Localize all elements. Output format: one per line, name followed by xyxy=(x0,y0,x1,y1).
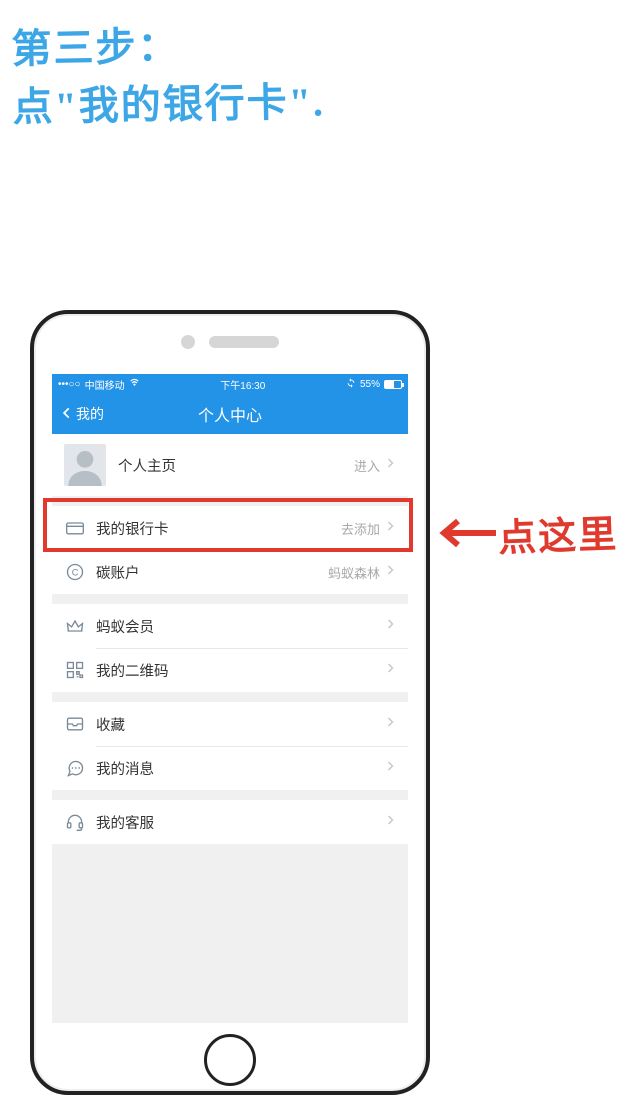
row-label: 我的客服 xyxy=(96,812,384,833)
chevron-left-icon xyxy=(60,406,74,423)
status-bar: •••○○ 中国移动 下午16:30 55% xyxy=(52,374,408,394)
avatar-icon xyxy=(64,444,106,486)
chevron-right-icon xyxy=(384,520,396,536)
chevron-right-icon xyxy=(384,618,396,634)
headset-icon xyxy=(64,811,86,833)
back-button[interactable]: 我的 xyxy=(60,404,104,424)
phone-speaker xyxy=(209,336,279,348)
row-label: 个人主页 xyxy=(118,455,354,476)
battery-icon xyxy=(384,380,402,389)
row-label: 我的二维码 xyxy=(96,660,384,681)
phone-frame: •••○○ 中国移动 下午16:30 55% 我的 xyxy=(30,310,430,1095)
row-bankcard[interactable]: 我的银行卡 去添加 xyxy=(52,506,408,550)
back-label: 我的 xyxy=(76,404,104,424)
settings-list: 个人主页 进入 我的银行卡 去添加 C xyxy=(52,434,408,844)
row-qrcode[interactable]: 我的二维码 xyxy=(52,648,408,692)
chevron-right-icon xyxy=(384,760,396,776)
row-service[interactable]: 我的客服 xyxy=(52,800,408,844)
row-detail: 蚂蚁森林 xyxy=(328,563,380,582)
pointer-annotation: 点这里 xyxy=(438,505,618,560)
nav-bar: 我的 个人中心 xyxy=(52,394,408,434)
phone-notch xyxy=(34,314,426,369)
pointer-label: 点这里 xyxy=(497,503,619,562)
phone-camera-dot xyxy=(181,335,195,349)
tutorial-step-line2: 点"我的银行卡". xyxy=(12,73,325,136)
status-time: 下午16:30 xyxy=(220,377,265,392)
chat-icon xyxy=(64,757,86,779)
row-carbon[interactable]: C 碳账户 蚂蚁森林 xyxy=(52,550,408,594)
carbon-icon: C xyxy=(64,561,86,583)
chevron-right-icon xyxy=(384,564,396,580)
row-label: 收藏 xyxy=(96,714,384,735)
qrcode-icon xyxy=(64,659,86,681)
tutorial-step-annotation: 第三步： 点"我的银行卡". xyxy=(11,15,325,136)
row-profile[interactable]: 个人主页 进入 xyxy=(52,434,408,496)
row-message[interactable]: 我的消息 xyxy=(52,746,408,790)
row-label: 我的消息 xyxy=(96,758,384,779)
chevron-right-icon xyxy=(384,814,396,830)
chevron-right-icon xyxy=(384,716,396,732)
inbox-icon xyxy=(64,713,86,735)
row-label: 我的银行卡 xyxy=(96,518,341,539)
chevron-right-icon xyxy=(384,662,396,678)
phone-screen: •••○○ 中国移动 下午16:30 55% 我的 xyxy=(52,374,408,1023)
battery-text: 55% xyxy=(360,379,380,390)
signal-dots: •••○○ xyxy=(58,379,81,390)
wifi-icon xyxy=(129,377,140,391)
row-favorite[interactable]: 收藏 xyxy=(52,702,408,746)
page-title: 个人中心 xyxy=(198,402,262,426)
sync-icon xyxy=(346,378,356,391)
phone-home-button xyxy=(204,1034,256,1086)
row-member[interactable]: 蚂蚁会员 xyxy=(52,604,408,648)
crown-icon xyxy=(64,615,86,637)
row-label: 碳账户 xyxy=(96,562,328,583)
arrow-left-icon xyxy=(438,513,498,553)
tutorial-step-line1: 第三步： xyxy=(11,15,324,78)
card-icon xyxy=(64,517,86,539)
row-detail: 去添加 xyxy=(341,519,380,538)
svg-text:C: C xyxy=(72,567,79,577)
chevron-right-icon xyxy=(384,457,396,473)
row-label: 蚂蚁会员 xyxy=(96,616,384,637)
carrier-label: 中国移动 xyxy=(85,377,125,392)
row-detail: 进入 xyxy=(354,456,380,475)
